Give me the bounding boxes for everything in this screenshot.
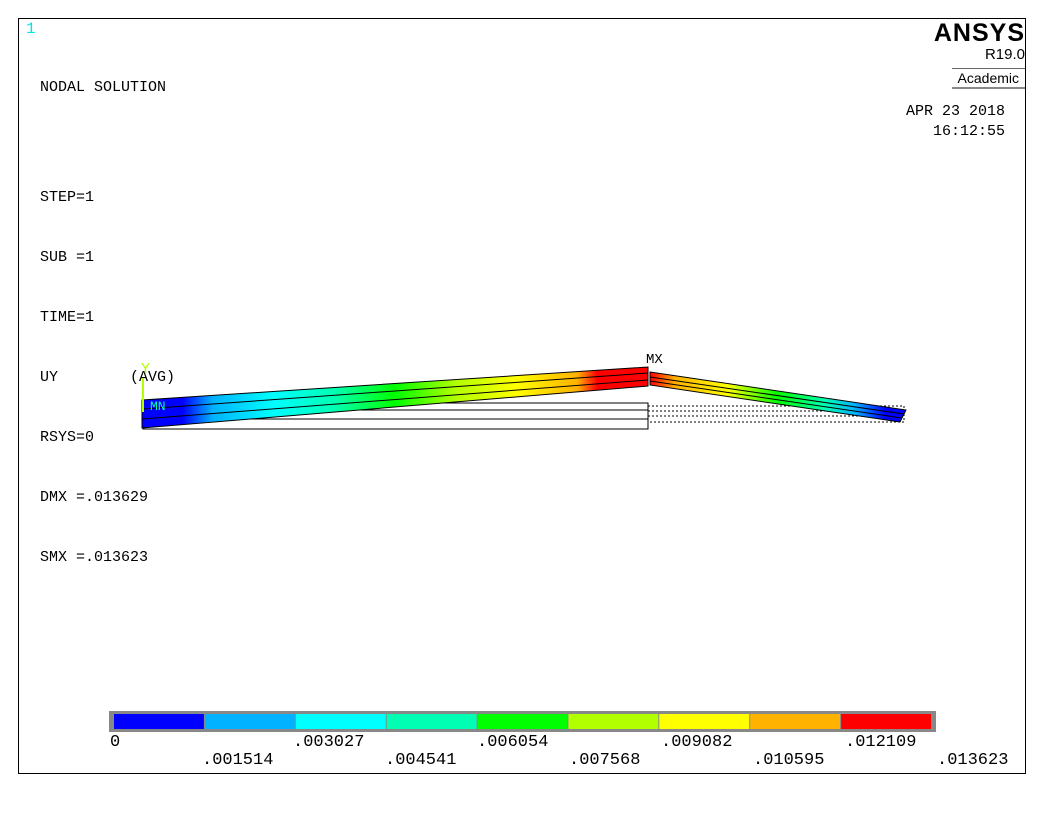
legend-swatch [477, 714, 568, 729]
legend-swatch [114, 714, 204, 729]
y-axis-label: Y [141, 361, 150, 378]
legend-label: .013623 [937, 751, 1009, 770]
legend-label: .006054 [477, 733, 549, 752]
legend-swatches [114, 714, 931, 729]
legend-label: .004541 [385, 751, 457, 770]
legend-label: 0 [110, 733, 121, 752]
deformed-line [649, 376, 905, 415]
legend-label: .012109 [845, 733, 917, 752]
legend-label: .009082 [661, 733, 733, 752]
legend-label: .003027 [293, 733, 365, 752]
legend-swatch [841, 714, 931, 729]
legend-label: .007568 [569, 751, 641, 770]
legend-swatch [750, 714, 841, 729]
min-label: MN [150, 399, 166, 414]
contour-plot: Y MN MX [109, 352, 936, 732]
deformed-beam-right [649, 371, 907, 423]
legend-swatch [204, 714, 295, 729]
legend-swatch [295, 714, 386, 729]
max-label: MX [646, 352, 663, 368]
legend-label: .010595 [753, 751, 825, 770]
legend-swatch [659, 714, 750, 729]
legend-label: .001514 [202, 751, 274, 770]
legend-swatch [386, 714, 477, 729]
deformed-line [649, 380, 903, 419]
legend-swatch [568, 714, 659, 729]
